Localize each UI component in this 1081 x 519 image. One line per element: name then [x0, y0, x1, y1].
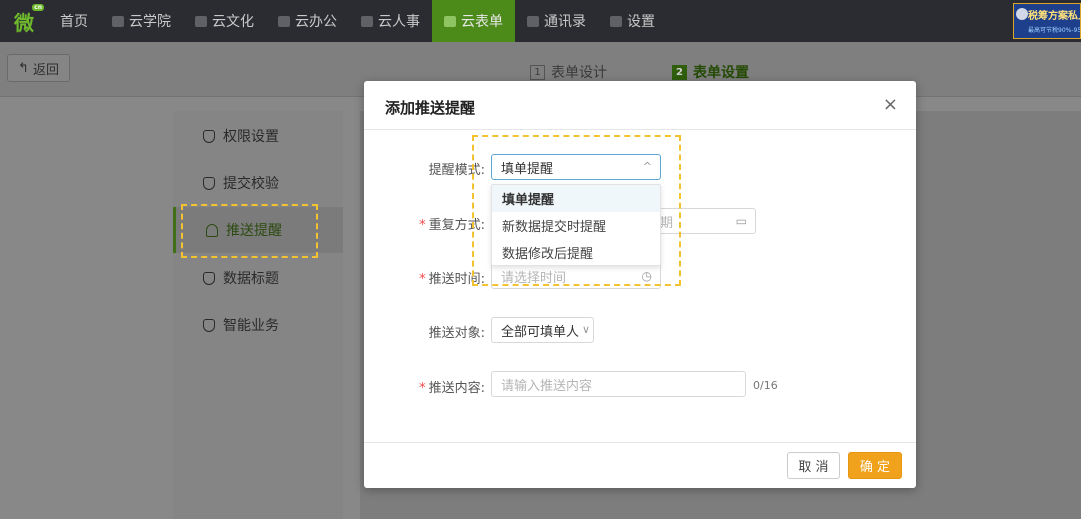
- id-card-icon: [361, 15, 373, 27]
- nav-item-label: 云学院: [129, 14, 171, 30]
- label-push-content: * 推送内容:: [419, 381, 485, 396]
- side-item-smart-business[interactable]: 智能业务: [173, 302, 343, 348]
- side-item-label: 提交校验: [223, 176, 279, 192]
- back-arrow-icon: ↰: [18, 60, 29, 76]
- label-push-target: 推送对象:: [428, 326, 485, 341]
- grid-icon: [610, 15, 622, 27]
- chevron-down-icon: ∨: [581, 323, 590, 336]
- promo-logo-icon: [1016, 8, 1028, 20]
- main-nav: 首页 云学院 云文化 云办公 云人事 云表单 通讯录 设置: [48, 0, 667, 42]
- nav-item-label: 云文化: [212, 14, 254, 30]
- push-target-value: 全部可填单人: [501, 324, 580, 340]
- label-push-time: * 推送时间:: [419, 272, 485, 287]
- dialog-footer-divider: [364, 442, 916, 443]
- settings-side-menu: 权限设置 提交校验 推送提醒 数据标题 智能业务: [173, 111, 343, 519]
- side-item-label: 智能业务: [223, 318, 279, 334]
- promo-banner[interactable]: 税筹方案私人 最高可节税90%-95%: [1013, 3, 1081, 39]
- culture-icon: [195, 15, 207, 27]
- step-number: 2: [672, 64, 687, 80]
- briefcase-icon: [278, 15, 290, 27]
- step-form-design[interactable]: 1 表单设计: [530, 62, 607, 82]
- content-char-counter: 0/16: [753, 379, 778, 392]
- nav-item-settings[interactable]: 设置: [598, 0, 667, 42]
- step-label: 表单设置: [693, 65, 749, 81]
- side-item-label: 权限设置: [223, 129, 279, 145]
- contacts-icon: [527, 15, 539, 27]
- nav-item-forms[interactable]: 云表单: [432, 0, 515, 42]
- nav-item-label: 云表单: [461, 14, 503, 30]
- side-item-submit-check[interactable]: 提交校验: [173, 160, 343, 206]
- nav-item-label: 设置: [627, 14, 655, 30]
- shield-check-icon: [203, 176, 215, 190]
- atom-icon: [203, 318, 215, 332]
- nav-item-contacts[interactable]: 通讯录: [515, 0, 598, 42]
- back-button[interactable]: ↰ 返回: [7, 54, 70, 82]
- app-logo[interactable]: 微 cn: [0, 0, 48, 42]
- top-navbar: 微cn 首页 云学院 云文化 云办公 云人事 云表单 通讯录 设置 税筹方案私人…: [0, 0, 1081, 42]
- dialog-title: 添加推送提醒: [385, 99, 476, 117]
- cancel-button[interactable]: 取 消: [787, 452, 840, 479]
- highlight-side-item: [181, 204, 318, 258]
- school-icon: [112, 15, 124, 27]
- back-label: 返回: [32, 62, 59, 78]
- push-target-select[interactable]: 全部可填单人 ∨: [491, 317, 594, 343]
- nav-item-culture[interactable]: 云文化: [183, 0, 266, 42]
- calendar-icon: ▭: [735, 214, 747, 228]
- nav-item-label: 首页: [60, 14, 88, 30]
- label-repeat-mode: * 重复方式:: [419, 218, 485, 233]
- promo-line2: 最高可节税90%-95%: [1028, 27, 1081, 34]
- close-icon[interactable]: ×: [883, 95, 898, 115]
- step-number: 1: [530, 64, 545, 80]
- nav-item-home[interactable]: 首页: [48, 0, 100, 42]
- nav-item-office[interactable]: 云办公: [266, 0, 349, 42]
- side-item-permissions[interactable]: 权限设置: [173, 113, 343, 159]
- nav-item-label: 云办公: [295, 14, 337, 30]
- push-content-input[interactable]: 请输入推送内容: [491, 371, 746, 397]
- label-reminder-mode: 提醒模式:: [428, 163, 485, 178]
- dialog-divider: [364, 129, 916, 130]
- nav-item-label: 通讯录: [544, 14, 586, 30]
- confirm-button[interactable]: 确 定: [848, 452, 902, 479]
- nav-item-label: 云人事: [378, 14, 420, 30]
- shield-icon: [203, 129, 215, 143]
- step-label: 表单设计: [551, 65, 607, 81]
- step-form-settings[interactable]: 2 表单设置: [672, 62, 749, 82]
- logo-mark: 微 cn: [14, 3, 44, 35]
- nav-item-hr[interactable]: 云人事: [349, 0, 432, 42]
- side-item-label: 数据标题: [223, 271, 279, 287]
- nav-item-school[interactable]: 云学院: [100, 0, 183, 42]
- push-content-placeholder: 请输入推送内容: [501, 378, 593, 394]
- side-item-data-title[interactable]: 数据标题: [173, 255, 343, 301]
- tag-icon: [203, 271, 215, 285]
- form-icon: [444, 15, 456, 27]
- highlight-dropdown: [472, 135, 681, 286]
